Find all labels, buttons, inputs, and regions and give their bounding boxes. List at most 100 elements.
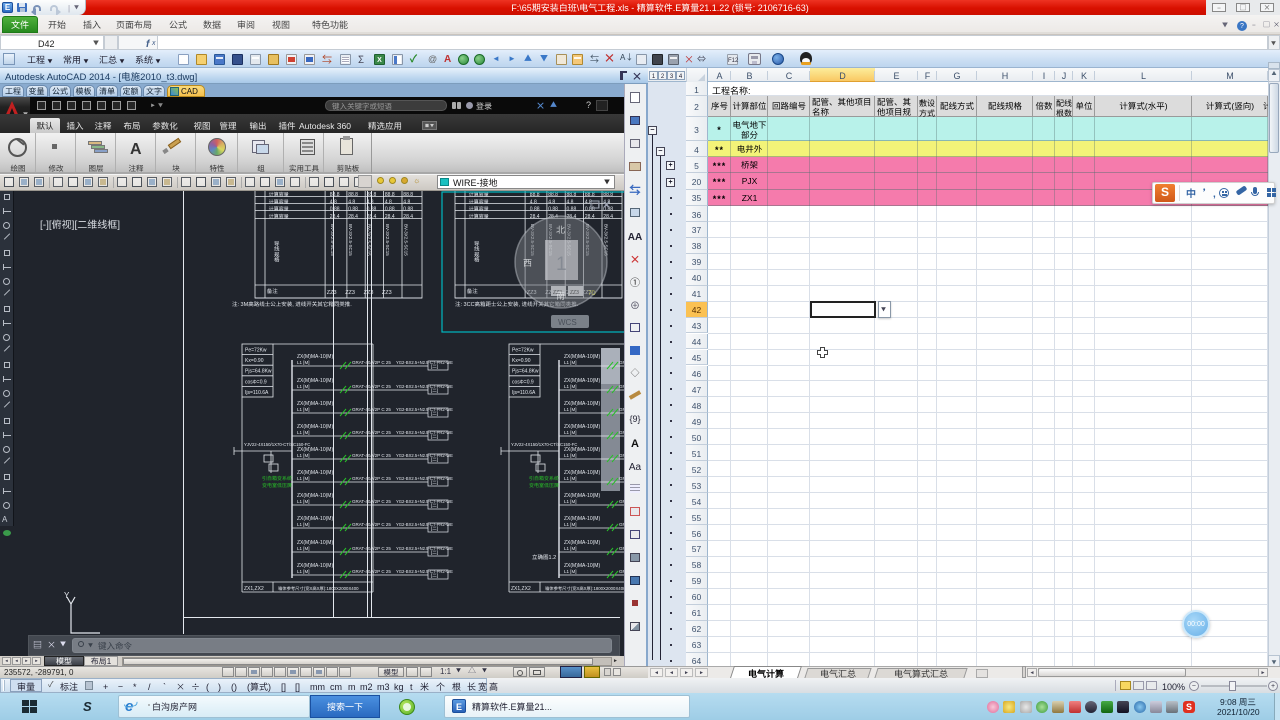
svg-text:ZX(M)MA-10(M): ZX(M)MA-10(M) bbox=[297, 492, 333, 499]
svg-text:YG2-BX2.5+N2.5-CT-PR2-WE: YG2-BX2.5+N2.5-CT-PR2-WE bbox=[663, 384, 720, 390]
svg-text:YG2-BX2.5+N2.5-CT-PR2-WE: YG2-BX2.5+N2.5-CT-PR2-WE bbox=[396, 522, 453, 528]
svg-text:cosΦ=0.9: cosΦ=0.9 bbox=[245, 378, 267, 385]
svg-text:28.4: 28.4 bbox=[403, 213, 413, 220]
svg-text:[二]: [二] bbox=[431, 457, 438, 463]
svg-text:88.8: 88.8 bbox=[385, 191, 395, 198]
svg-text:ZX(M)MA-10(M): ZX(M)MA-10(M) bbox=[564, 353, 600, 360]
svg-text:L1 [M]: L1 [M] bbox=[297, 546, 310, 552]
svg-text:BV-3X2.5-SC15: BV-3X2.5-SC15 bbox=[329, 224, 335, 256]
svg-text:[二]: [二] bbox=[431, 388, 438, 394]
svg-text:ZX(M)MA-10(M): ZX(M)MA-10(M) bbox=[564, 423, 600, 430]
svg-text:Pe=72Kw: Pe=72Kw bbox=[245, 347, 267, 354]
svg-text:L1 [M]: L1 [M] bbox=[564, 407, 577, 413]
svg-text:GRAT-40A/2P C 25: GRAT-40A/2P C 25 bbox=[352, 407, 391, 413]
svg-text:4.8: 4.8 bbox=[403, 199, 410, 206]
svg-text:YG2-BX2.5+N2.5-CT-PR2-WE: YG2-BX2.5+N2.5-CT-PR2-WE bbox=[396, 430, 453, 436]
svg-text:88.8: 88.8 bbox=[348, 191, 358, 198]
svg-text:Kx=0.90: Kx=0.90 bbox=[245, 357, 264, 364]
svg-text:88.8: 88.8 bbox=[403, 191, 413, 198]
svg-text:L1 [M]: L1 [M] bbox=[564, 360, 577, 366]
svg-text:ZX1,ZX2: ZX1,ZX2 bbox=[511, 585, 531, 592]
svg-text:ZX(M)MA-10(M): ZX(M)MA-10(M) bbox=[564, 492, 600, 499]
svg-text:备注: 备注 bbox=[467, 287, 479, 295]
svg-text:GRAT-40A/2P C 25: GRAT-40A/2P C 25 bbox=[352, 499, 391, 505]
svg-text:ZX(M)MA-10(M): ZX(M)MA-10(M) bbox=[564, 400, 600, 407]
svg-text:GRAT-40A/2P C 25: GRAT-40A/2P C 25 bbox=[352, 476, 391, 482]
svg-text:ZX(M)MA-10(M): ZX(M)MA-10(M) bbox=[297, 400, 333, 407]
svg-text:ZX(M)MA-10(M): ZX(M)MA-10(M) bbox=[564, 377, 600, 384]
svg-text:[二]: [二] bbox=[431, 434, 438, 440]
svg-text:L1 [M]: L1 [M] bbox=[564, 522, 577, 528]
svg-text:ZX1,ZX2: ZX1,ZX2 bbox=[244, 585, 264, 592]
svg-text:ZX(M)MA-10(M): ZX(M)MA-10(M) bbox=[297, 423, 333, 430]
svg-text:YG2-BX2.5+N2.5-CT-PR2-WE: YG2-BX2.5+N2.5-CT-PR2-WE bbox=[396, 384, 453, 390]
svg-text:YG2-BX2.5+N2.5-CT-PR2-WE: YG2-BX2.5+N2.5-CT-PR2-WE bbox=[663, 522, 720, 528]
svg-text:L1 [M]: L1 [M] bbox=[297, 522, 310, 528]
svg-text:[二]: [二] bbox=[431, 480, 438, 486]
svg-text:L1 [M]: L1 [M] bbox=[297, 476, 310, 482]
svg-text:Pjs=64.8Kw: Pjs=64.8Kw bbox=[512, 368, 539, 375]
svg-text:YG2-BX2.5+N2.5-CT-PR2-WE: YG2-BX2.5+N2.5-CT-PR2-WE bbox=[663, 430, 720, 436]
svg-text:L1 [M]: L1 [M] bbox=[297, 407, 310, 413]
svg-text:箱体参考尺寸(宽X高X厚):1800X2000X400: 箱体参考尺寸(宽X高X厚):1800X2000X400 bbox=[278, 586, 359, 592]
svg-text:ZZ3: ZZ3 bbox=[382, 288, 392, 296]
svg-text:28.4: 28.4 bbox=[385, 213, 395, 220]
svg-text:4.8: 4.8 bbox=[567, 199, 574, 206]
svg-text:[二]: [二] bbox=[698, 503, 705, 509]
svg-text:0.88: 0.88 bbox=[548, 206, 558, 213]
svg-text:28.4: 28.4 bbox=[530, 213, 540, 220]
svg-text:引自箱变系统: 引自箱变系统 bbox=[529, 475, 559, 482]
svg-text:计算容量: 计算容量 bbox=[269, 191, 289, 198]
svg-text:4.8: 4.8 bbox=[367, 199, 374, 206]
svg-text:ZZ3: ZZ3 bbox=[327, 288, 337, 296]
svg-text:ZX(M)MA-10(M): ZX(M)MA-10(M) bbox=[297, 446, 333, 453]
svg-text:88.8: 88.8 bbox=[367, 191, 377, 198]
svg-text:0.88: 0.88 bbox=[348, 206, 358, 213]
svg-text:Ijs=110.6A: Ijs=110.6A bbox=[245, 389, 269, 396]
svg-text:[二]: [二] bbox=[698, 411, 705, 417]
svg-text:28.4: 28.4 bbox=[348, 213, 358, 220]
svg-text:1: 1 bbox=[556, 249, 567, 276]
svg-text:YG2-BX2.5+N2.5-CT-PR2-WE: YG2-BX2.5+N2.5-CT-PR2-WE bbox=[396, 546, 453, 552]
svg-text:4.8: 4.8 bbox=[348, 199, 355, 206]
svg-text:[二]: [二] bbox=[698, 526, 705, 532]
svg-text:YG2-BX2.5+N2.5-CT-PR2-WE: YG2-BX2.5+N2.5-CT-PR2-WE bbox=[663, 360, 720, 366]
svg-text:L1 [M]: L1 [M] bbox=[564, 476, 577, 482]
svg-text:南: 南 bbox=[556, 289, 565, 302]
svg-text:GRAT-40A/2P C 25: GRAT-40A/2P C 25 bbox=[352, 430, 391, 436]
svg-text:88.8: 88.8 bbox=[330, 191, 340, 198]
svg-text:BV-3X2.5-SC15: BV-3X2.5-SC15 bbox=[347, 224, 353, 256]
svg-text:L1 [M]: L1 [M] bbox=[564, 499, 577, 505]
svg-text:L1 [M]: L1 [M] bbox=[297, 499, 310, 505]
svg-text:计算容量: 计算容量 bbox=[269, 206, 289, 213]
svg-text:计算容量: 计算容量 bbox=[269, 199, 289, 206]
svg-text:YG2-BX2.5+N2.5-CT-PR2-WE: YG2-BX2.5+N2.5-CT-PR2-WE bbox=[663, 407, 720, 413]
svg-text:导线规格: 导线规格 bbox=[273, 240, 281, 263]
svg-text:L1 [M]: L1 [M] bbox=[297, 569, 310, 575]
svg-text:ZX(M)MA-10(M): ZX(M)MA-10(M) bbox=[297, 515, 333, 522]
svg-text:ZX(M)MA-10(M): ZX(M)MA-10(M) bbox=[564, 515, 600, 522]
svg-text:[二]: [二] bbox=[698, 434, 705, 440]
svg-text:L1 [M]: L1 [M] bbox=[297, 453, 310, 459]
svg-text:ZZ3: ZZ3 bbox=[345, 288, 355, 296]
svg-text:[二]: [二] bbox=[698, 457, 705, 463]
svg-text:YG2-BX2.5+N2.5-CT-PR2-WE: YG2-BX2.5+N2.5-CT-PR2-WE bbox=[396, 499, 453, 505]
svg-text:4.8: 4.8 bbox=[385, 199, 392, 206]
svg-text:28.4: 28.4 bbox=[603, 213, 613, 220]
svg-text:0.88: 0.88 bbox=[403, 206, 413, 213]
svg-text:L1 [M]: L1 [M] bbox=[297, 430, 310, 436]
svg-text:0.88: 0.88 bbox=[330, 206, 340, 213]
svg-text:变电室低压屏: 变电室低压屏 bbox=[262, 482, 292, 489]
svg-text:28.4: 28.4 bbox=[330, 213, 340, 220]
svg-text:0.88: 0.88 bbox=[530, 206, 540, 213]
svg-text:YG2-BX2.5+N2.5-CT-PR2-WE: YG2-BX2.5+N2.5-CT-PR2-WE bbox=[396, 453, 453, 459]
svg-text:[二]: [二] bbox=[431, 411, 438, 417]
svg-text:YG2-BX2.5+N2.5-CT-PR2-WE: YG2-BX2.5+N2.5-CT-PR2-WE bbox=[396, 476, 453, 482]
svg-text:ZX(M)MA-10(M): ZX(M)MA-10(M) bbox=[297, 377, 333, 384]
svg-text:计算容量: 计算容量 bbox=[469, 199, 489, 206]
svg-text:×: × bbox=[603, 201, 610, 211]
svg-text:L1 [M]: L1 [M] bbox=[564, 546, 577, 552]
svg-text:ZZ3: ZZ3 bbox=[364, 288, 374, 296]
svg-text:[二]: [二] bbox=[431, 503, 438, 509]
svg-text:Pjs=64.8Kw: Pjs=64.8Kw bbox=[245, 368, 272, 375]
